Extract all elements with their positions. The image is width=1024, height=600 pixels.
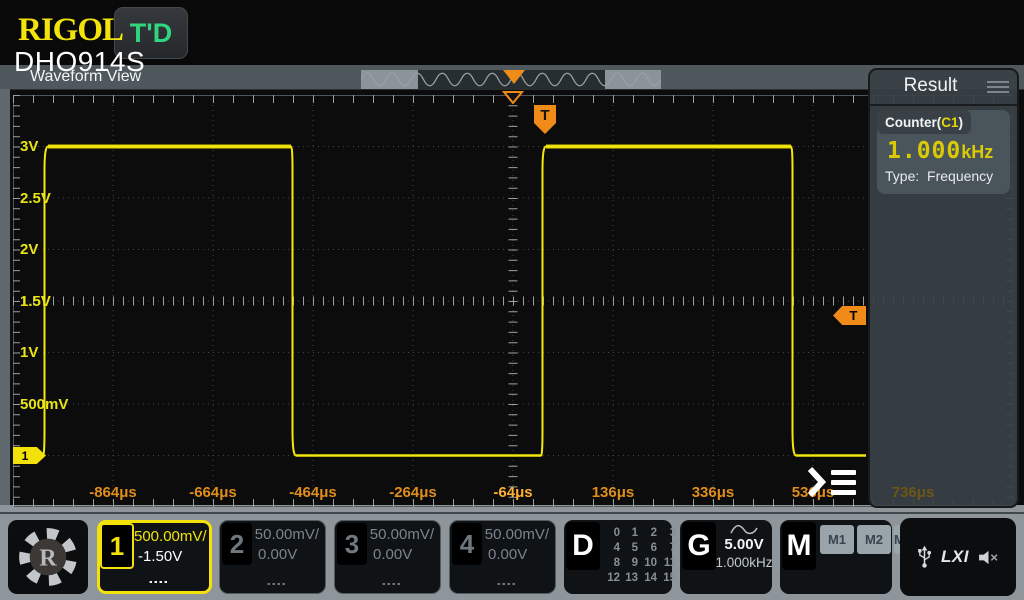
digital-label: D: [566, 522, 600, 570]
counter-value: 1.000kHz: [877, 134, 1010, 166]
delay-position-icon[interactable]: [502, 91, 524, 104]
result-panel: Result Counter(C1) 1.000kHz Type: Freque…: [868, 68, 1019, 508]
result-panel-header[interactable]: Result: [870, 70, 1017, 106]
channel2-offset: 0.00V: [258, 546, 297, 563]
oscilloscope-screen: RIGOL DHO914S T'D 200.00μs/ H 312.50MSa/…: [0, 0, 1024, 600]
channel4-scale: 50.00mV/: [484, 526, 549, 543]
system-menu-button[interactable]: R: [8, 520, 88, 594]
counter-source-label: Counter(C1): [877, 110, 971, 134]
generator-voltage: 5.00V: [724, 536, 763, 553]
dc-coupling-icon: [382, 580, 400, 585]
svg-text:R: R: [39, 545, 57, 571]
bottom-toolbar: R 1 500.00mV/ -1.50V 2 50.00mV/ 0.00V 3 …: [0, 512, 1024, 600]
menu-lines-icon: [831, 470, 856, 495]
waveform-frame-left: [0, 89, 10, 505]
time-label: -264μs: [368, 484, 458, 501]
math1-button[interactable]: M1: [820, 525, 854, 554]
channel1-number: 1: [100, 523, 134, 569]
time-label: -464μs: [268, 484, 358, 501]
digital-channel-grid: 01 23 45 67 89 1011 1213 1415: [605, 527, 676, 587]
generator-frequency: 1.000kHz: [715, 555, 772, 570]
digital-bus-button[interactable]: D 01 23 45 67 89 1011 1213 1415: [564, 520, 672, 594]
channel3-number: 3: [337, 523, 367, 565]
counter-type: Type: Frequency: [877, 166, 1010, 186]
voltage-label: 1.5V: [20, 293, 51, 310]
sine-wave-icon: [729, 523, 759, 537]
dc-coupling-icon: [497, 580, 515, 585]
channel1-scale: 500.00mV/: [134, 528, 203, 545]
channel3-offset: 0.00V: [373, 546, 412, 563]
channel4-number: 4: [452, 523, 482, 565]
generator-label: G: [682, 522, 716, 570]
channel4-offset: 0.00V: [488, 546, 527, 563]
graticule-and-trace: [13, 95, 1013, 507]
time-label: -664μs: [168, 484, 258, 501]
channel3-scale: 50.00mV/: [369, 526, 434, 543]
time-label: 136μs: [568, 484, 658, 501]
math2-button[interactable]: M2: [857, 525, 891, 554]
result-panel-title: Result: [870, 75, 991, 97]
voltage-label: 3V: [20, 138, 38, 155]
voltage-label: 2.5V: [20, 190, 51, 207]
waveform-menu-button[interactable]: [806, 462, 862, 502]
generator-button[interactable]: G 5.00V 1.000kHz: [680, 520, 772, 594]
dc-coupling-icon: [149, 578, 167, 583]
speaker-muted-icon: [978, 549, 999, 566]
hamburger-menu-icon[interactable]: [987, 81, 1009, 93]
channel3-button[interactable]: 3 50.00mV/ 0.00V: [334, 520, 441, 594]
time-label-center: -64μs: [468, 484, 558, 501]
time-label: -864μs: [68, 484, 158, 501]
time-label: 336μs: [668, 484, 758, 501]
connectivity-status-area[interactable]: LXI: [900, 518, 1016, 596]
usb-icon: [917, 545, 932, 569]
time-label: 736μs: [868, 484, 958, 501]
channel2-number: 2: [222, 523, 252, 565]
channel1-button[interactable]: 1 500.00mV/ -1.50V: [97, 520, 212, 594]
channel4-button[interactable]: 4 50.00mV/ 0.00V: [449, 520, 556, 594]
overview-position-pointer-icon[interactable]: [503, 70, 525, 84]
voltage-label: 2V: [20, 241, 38, 258]
channel1-offset: -1.50V: [138, 548, 182, 565]
voltage-label: 500mV: [20, 396, 68, 413]
math-button[interactable]: M M1 M2 M3 M4: [780, 520, 892, 594]
math-label: M: [782, 522, 816, 570]
lxi-status: LXI: [941, 547, 969, 567]
model-name: DHO914S: [14, 46, 145, 78]
rigol-gear-icon: R: [15, 524, 81, 590]
rigol-logo: RIGOL: [18, 12, 123, 49]
voltage-label: 1V: [20, 344, 38, 361]
expand-chevron-icon: [806, 464, 828, 500]
channel2-scale: 50.00mV/: [254, 526, 319, 543]
channel2-button[interactable]: 2 50.00mV/ 0.00V: [219, 520, 326, 594]
counter-result-card[interactable]: Counter(C1) 1.000kHz Type: Frequency: [877, 110, 1010, 194]
dc-coupling-icon: [267, 580, 285, 585]
